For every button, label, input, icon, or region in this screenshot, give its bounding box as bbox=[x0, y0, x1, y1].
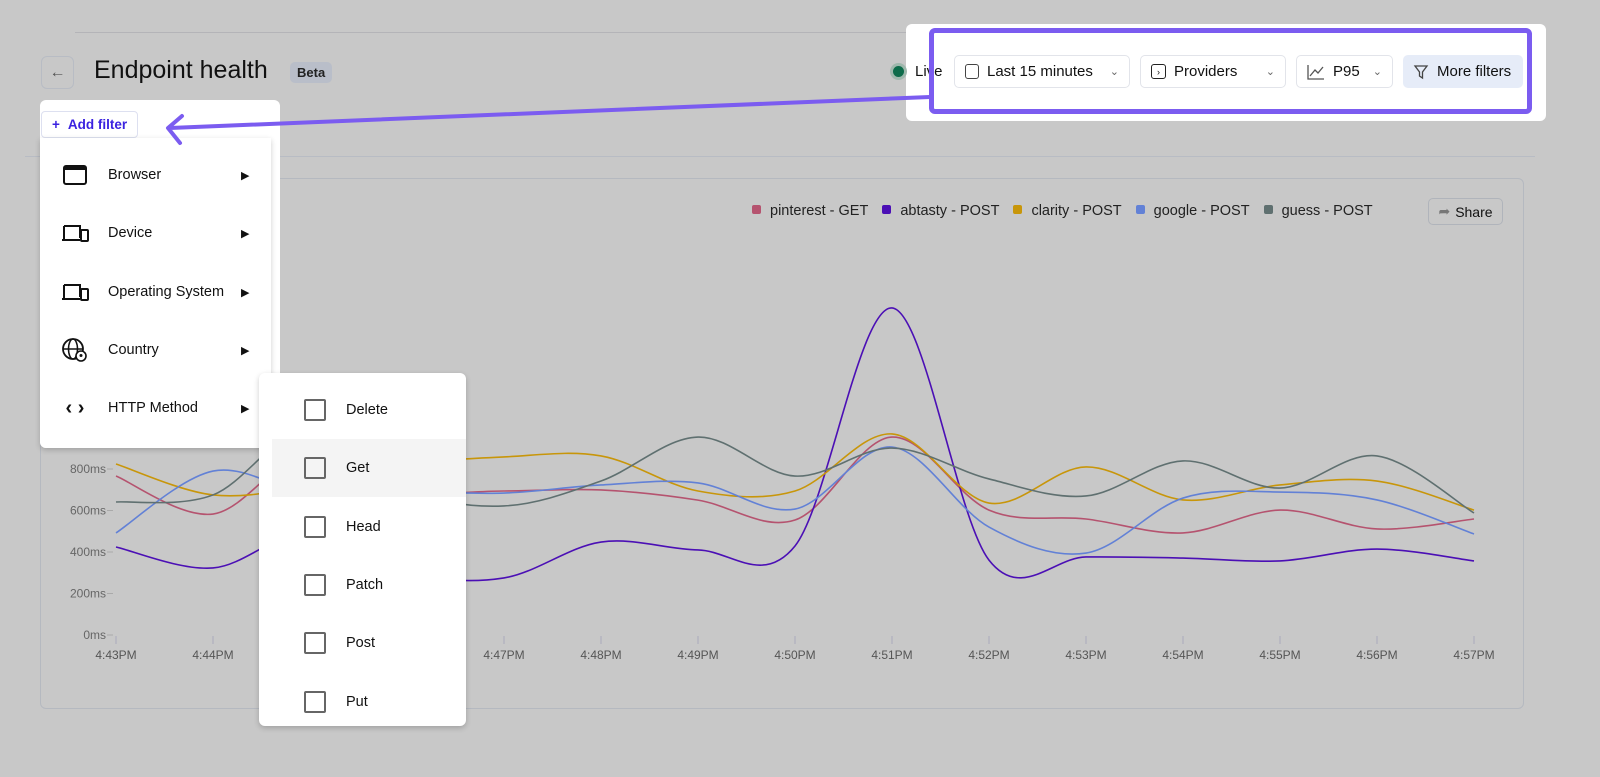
code-brackets-icon: ‹ › bbox=[65, 396, 85, 419]
caret-right-icon: ▶ bbox=[241, 344, 250, 357]
checkbox[interactable] bbox=[304, 457, 326, 479]
devices-icon bbox=[62, 225, 89, 242]
x-tick-label: 4:54PM bbox=[1162, 648, 1203, 662]
x-tick-label: 4:43PM bbox=[95, 648, 136, 662]
legend-label: guess - POST bbox=[1281, 203, 1373, 219]
devices-icon bbox=[62, 284, 89, 301]
y-tick-label: 200ms bbox=[70, 587, 106, 601]
method-option-delete[interactable]: Delete bbox=[272, 381, 466, 439]
checkbox[interactable] bbox=[304, 632, 326, 654]
chart-legend: pinterest - GET abtasty - POST clarity - P… bbox=[752, 203, 1373, 219]
y-tick-label: 800ms bbox=[70, 462, 106, 476]
menu-item-browser[interactable]: Browser ▶ bbox=[40, 146, 271, 204]
filter-menu: Browser ▶ Device ▶ Operating System ▶ Count… bbox=[40, 138, 271, 448]
x-tick-label: 4:57PM bbox=[1453, 648, 1494, 662]
legend-item[interactable]: pinterest - GET bbox=[752, 203, 868, 219]
legend-swatch bbox=[1135, 205, 1145, 214]
plus-icon: + bbox=[52, 117, 60, 132]
y-tick-label: 600ms bbox=[70, 504, 106, 518]
legend-swatch bbox=[752, 205, 761, 214]
method-option-put[interactable]: Put bbox=[272, 673, 466, 731]
caret-right-icon: ▶ bbox=[241, 169, 250, 182]
x-tick-label: 4:56PM bbox=[1356, 648, 1397, 662]
x-tick-label: 4:53PM bbox=[1065, 648, 1106, 662]
legend-swatch bbox=[882, 205, 892, 214]
menu-item-device[interactable]: Device ▶ bbox=[40, 204, 271, 262]
y-tick-label: 400ms bbox=[70, 545, 106, 559]
legend-swatch bbox=[1263, 205, 1273, 214]
x-tick-label: 4:47PM bbox=[483, 648, 524, 662]
x-tick-label: 4:52PM bbox=[968, 648, 1009, 662]
method-option-head[interactable]: Head bbox=[272, 498, 466, 556]
method-option-patch[interactable]: Patch bbox=[272, 556, 466, 614]
x-tick-label: 4:48PM bbox=[580, 648, 621, 662]
checkbox[interactable] bbox=[304, 691, 326, 713]
checkbox[interactable] bbox=[304, 399, 326, 421]
legend-label: pinterest - GET bbox=[770, 203, 869, 219]
menu-item-http-method[interactable]: ‹ › HTTP Method ▶ bbox=[40, 379, 271, 437]
legend-item[interactable]: clarity - POST bbox=[1013, 203, 1122, 219]
legend-item[interactable]: google - POST bbox=[1135, 203, 1250, 219]
menu-item-operating-system[interactable]: Operating System ▶ bbox=[40, 263, 271, 321]
legend-label: google - POST bbox=[1153, 203, 1250, 219]
checkbox[interactable] bbox=[304, 574, 326, 596]
share-icon: ➦ bbox=[1438, 203, 1451, 219]
menu-item-country[interactable]: Country ▶ bbox=[40, 321, 271, 379]
method-option-get[interactable]: Get bbox=[272, 439, 466, 497]
x-tick-label: 4:49PM bbox=[677, 648, 718, 662]
y-tick-label: 0ms bbox=[83, 628, 106, 642]
x-tick-label: 4:55PM bbox=[1259, 648, 1300, 662]
x-tick-label: 4:50PM bbox=[774, 648, 815, 662]
x-tick-label: 4:44PM bbox=[192, 648, 233, 662]
globe-pin-icon bbox=[62, 338, 87, 362]
live-indicator-icon bbox=[893, 66, 904, 77]
checkbox[interactable] bbox=[304, 516, 326, 538]
legend-item[interactable]: guess - POST bbox=[1263, 203, 1373, 219]
caret-right-icon: ▶ bbox=[241, 227, 250, 240]
legend-item[interactable]: abtasty - POST bbox=[882, 203, 999, 219]
add-filter-button[interactable]: + Add filter bbox=[41, 111, 139, 138]
x-tick-label: 4:51PM bbox=[871, 648, 912, 662]
caret-right-icon: ▶ bbox=[241, 286, 250, 299]
toolbar-highlight-box bbox=[929, 28, 1532, 114]
legend-swatch bbox=[1013, 205, 1023, 214]
browser-window-icon bbox=[63, 165, 87, 185]
legend-label: abtasty - POST bbox=[900, 203, 1000, 219]
share-button[interactable]: ➦ Share bbox=[1428, 198, 1503, 225]
legend-label: clarity - POST bbox=[1031, 203, 1122, 219]
http-method-submenu: Delete Get Head Patch Post Put bbox=[259, 373, 466, 726]
method-option-post[interactable]: Post bbox=[272, 614, 466, 672]
